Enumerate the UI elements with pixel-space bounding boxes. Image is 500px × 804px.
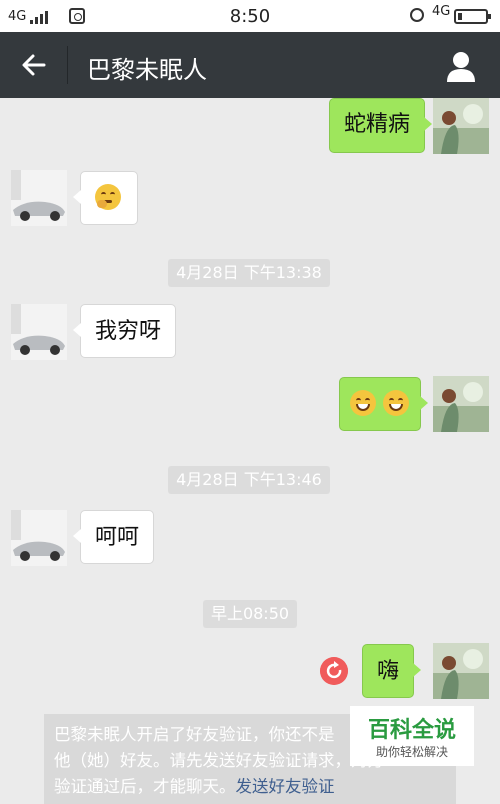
my-avatar[interactable] bbox=[433, 98, 489, 154]
status-time: 8:50 bbox=[229, 6, 271, 27]
notice-line: 验证通过后，才能聊天。发送好友验证 bbox=[54, 774, 446, 800]
network-type-right: 4G bbox=[432, 4, 451, 19]
send-verification-link[interactable]: 发送好友验证 bbox=[236, 777, 335, 796]
notice-text: 验证通过后，才能聊天。 bbox=[54, 777, 236, 796]
message-bubble-sent[interactable] bbox=[339, 377, 428, 431]
grinning-face-emoji bbox=[350, 390, 376, 416]
message-bubble-sent[interactable]: 蛇精病 bbox=[329, 98, 433, 153]
battery-icon bbox=[454, 9, 491, 24]
message-bubble-received[interactable] bbox=[73, 171, 138, 225]
message-bubble-sent[interactable]: 嗨 bbox=[362, 644, 422, 698]
message-text: 我穷呀 bbox=[95, 319, 162, 344]
message-timestamp: 早上08:50 bbox=[203, 600, 297, 628]
message-timestamp: 4月28日 下午13:38 bbox=[168, 259, 330, 287]
message-timestamp: 4月28日 下午13:46 bbox=[168, 466, 330, 494]
header-divider bbox=[67, 46, 68, 84]
alarm-icon bbox=[410, 8, 424, 22]
message-bubble-received[interactable]: 呵呵 bbox=[72, 510, 155, 564]
friend-avatar[interactable] bbox=[11, 170, 67, 226]
friend-avatar[interactable] bbox=[11, 510, 67, 566]
chat-title: 巴黎未眠人 bbox=[87, 56, 207, 84]
status-bar: 4G 8:50 4G bbox=[0, 0, 500, 32]
message-text: 嗨 bbox=[377, 659, 400, 684]
message-bubble-received[interactable]: 我穷呀 bbox=[72, 304, 177, 358]
watermark-subtitle: 助你轻松解决 bbox=[375, 745, 448, 759]
back-arrow-icon[interactable] bbox=[18, 49, 50, 81]
watermark-logo: 百科全说 助你轻松解决 bbox=[350, 706, 474, 766]
resend-icon[interactable] bbox=[320, 657, 348, 685]
grinning-face-emoji bbox=[383, 390, 409, 416]
my-avatar[interactable] bbox=[433, 376, 489, 432]
message-text: 蛇精病 bbox=[344, 112, 411, 137]
message-text: 呵呵 bbox=[95, 525, 140, 550]
person-icon[interactable] bbox=[444, 49, 478, 83]
my-avatar[interactable] bbox=[433, 643, 489, 699]
friend-avatar[interactable] bbox=[11, 304, 67, 360]
watermark-title: 百科全说 bbox=[367, 718, 456, 743]
thinking-face-emoji bbox=[95, 184, 121, 210]
chat-header: 巴黎未眠人 bbox=[0, 32, 500, 98]
